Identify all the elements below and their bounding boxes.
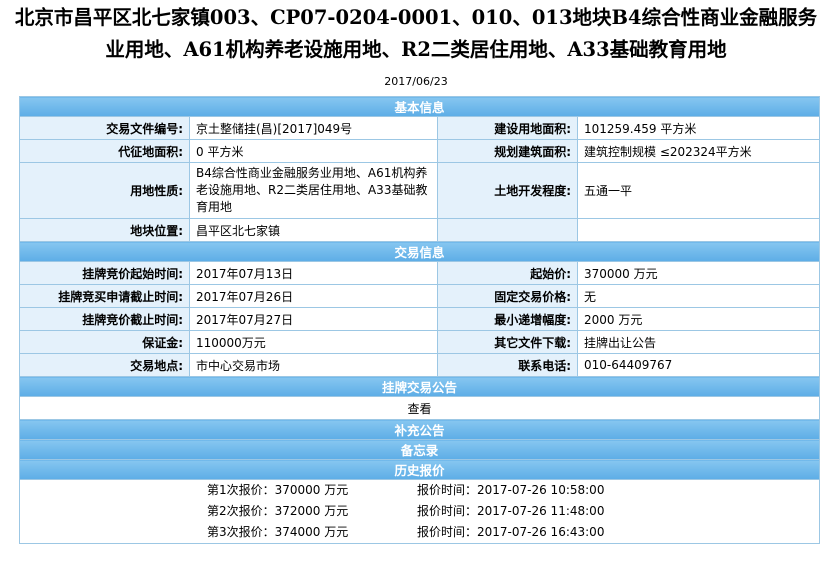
label-fixed-price: 固定交易价格: [437,284,578,308]
section-header-trade: 交易信息 [18,241,821,262]
label-levy-area: 代征地面积: [19,139,190,163]
table-row: 挂牌竞买申请截止时间: 2017年07月26日 固定交易价格: 无 [19,284,821,308]
table-row: 挂牌竞价起始时间: 2017年07月13日 起始价: 370000 万元 [19,261,821,285]
value-land-area: 101259.459 平方米 [576,116,821,140]
table-row: 保证金: 110000万元 其它文件下载: 挂牌出让公告 [19,330,821,354]
bid-price: 第1次报价：370000 万元 [207,483,349,497]
list-item: 第3次报价：374000 万元 报价时间：2017-07-26 16:43:00 [26,522,813,543]
value-bid-deadline: 2017年07月27日 [189,307,438,331]
list-item: 第2次报价：372000 万元 报价时间：2017-07-26 11:48:00 [26,501,813,522]
value-fixed-price: 无 [576,284,821,308]
bid-time: 报价时间：2017-07-26 11:48:00 [417,504,605,518]
label-trade-venue: 交易地点: [19,353,190,377]
label-land-use: 用地性质: [19,162,190,219]
bid-history-list: 第1次报价：370000 万元 报价时间：2017-07-26 10:58:00 … [18,479,821,544]
value-trade-venue: 市中心交易市场 [189,353,438,377]
label-development-level: 土地开发程度: [437,162,578,219]
value-empty [576,218,821,242]
value-location: 昌平区北七家镇 [189,218,438,242]
value-planned-area: 建筑控制规模 ≤202324平方米 [576,139,821,163]
publish-date: 2017/06/23 [384,75,448,88]
land-info-table: 基本信息 交易文件编号: 京土整储挂(昌)[2017]049号 建设用地面积: … [18,96,821,544]
table-row: 用地性质: B4综合性商业金融服务业用地、A61机构养老设施用地、R2二类居住用… [19,162,821,219]
label-application-deadline: 挂牌竞买申请截止时间: [19,284,190,308]
table-row: 交易文件编号: 京土整储挂(昌)[2017]049号 建设用地面积: 10125… [19,116,821,140]
section-title-supplement: 补充公告 [18,419,821,440]
value-bid-start-time: 2017年07月13日 [189,261,438,285]
link-listing-announcement[interactable]: 挂牌出让公告 [576,330,821,354]
table-row: 挂牌竞价截止时间: 2017年07月27日 最小递增幅度: 2000 万元 [19,307,821,331]
section-title-basic: 基本信息 [18,96,821,117]
label-contact-phone: 联系电话: [437,353,578,377]
value-development-level: 五通一平 [576,162,821,219]
bid-time: 报价时间：2017-07-26 10:58:00 [417,483,605,497]
value-levy-area: 0 平方米 [189,139,438,163]
section-title-history: 历史报价 [18,459,821,480]
section-header-history: 历史报价 [18,459,821,480]
bid-price: 第3次报价：374000 万元 [207,525,349,539]
label-file-number: 交易文件编号: [19,116,190,140]
label-land-area: 建设用地面积: [437,116,578,140]
section-header-basic: 基本信息 [18,96,821,117]
label-planned-area: 规划建筑面积: [437,139,578,163]
value-min-increment: 2000 万元 [576,307,821,331]
value-contact-phone: 010-64409767 [576,353,821,377]
value-application-deadline: 2017年07月26日 [189,284,438,308]
label-deposit: 保证金: [19,330,190,354]
label-start-price: 起始价: [437,261,578,285]
section-header-memo: 备忘录 [18,439,821,460]
value-file-number: 京土整储挂(昌)[2017]049号 [189,116,438,140]
table-row: 代征地面积: 0 平方米 规划建筑面积: 建筑控制规模 ≤202324平方米 [19,139,821,163]
label-min-increment: 最小递增幅度: [437,307,578,331]
label-location: 地块位置: [19,218,190,242]
table-row: 查看 [18,396,821,420]
bid-price: 第2次报价：372000 万元 [207,504,349,518]
value-start-price: 370000 万元 [576,261,821,285]
label-bid-deadline: 挂牌竞价截止时间: [19,307,190,331]
label-bid-start-time: 挂牌竞价起始时间: [19,261,190,285]
page-title: 北京市昌平区北七家镇003、CP07-0204-0001、010、013地块B4… [14,6,818,61]
value-deposit: 110000万元 [189,330,438,354]
label-empty [437,218,578,242]
section-title-trade: 交易信息 [18,241,821,262]
bid-time: 报价时间：2017-07-26 16:43:00 [417,525,605,539]
section-header-supplement: 补充公告 [18,419,821,440]
section-header-announcement: 挂牌交易公告 [18,376,821,397]
section-title-memo: 备忘录 [18,439,821,460]
bid-history-row: 第1次报价：370000 万元 报价时间：2017-07-26 10:58:00 … [18,479,821,544]
table-row: 交易地点: 市中心交易市场 联系电话: 010-64409767 [19,353,821,377]
label-file-download: 其它文件下载: [437,330,578,354]
section-title-announcement: 挂牌交易公告 [18,376,821,397]
view-announcement-link[interactable]: 查看 [18,396,821,420]
value-land-use: B4综合性商业金融服务业用地、A61机构养老设施用地、R2二类居住用地、A33基… [189,162,438,219]
list-item: 第1次报价：370000 万元 报价时间：2017-07-26 10:58:00 [26,480,813,501]
table-row: 地块位置: 昌平区北七家镇 [19,218,821,242]
